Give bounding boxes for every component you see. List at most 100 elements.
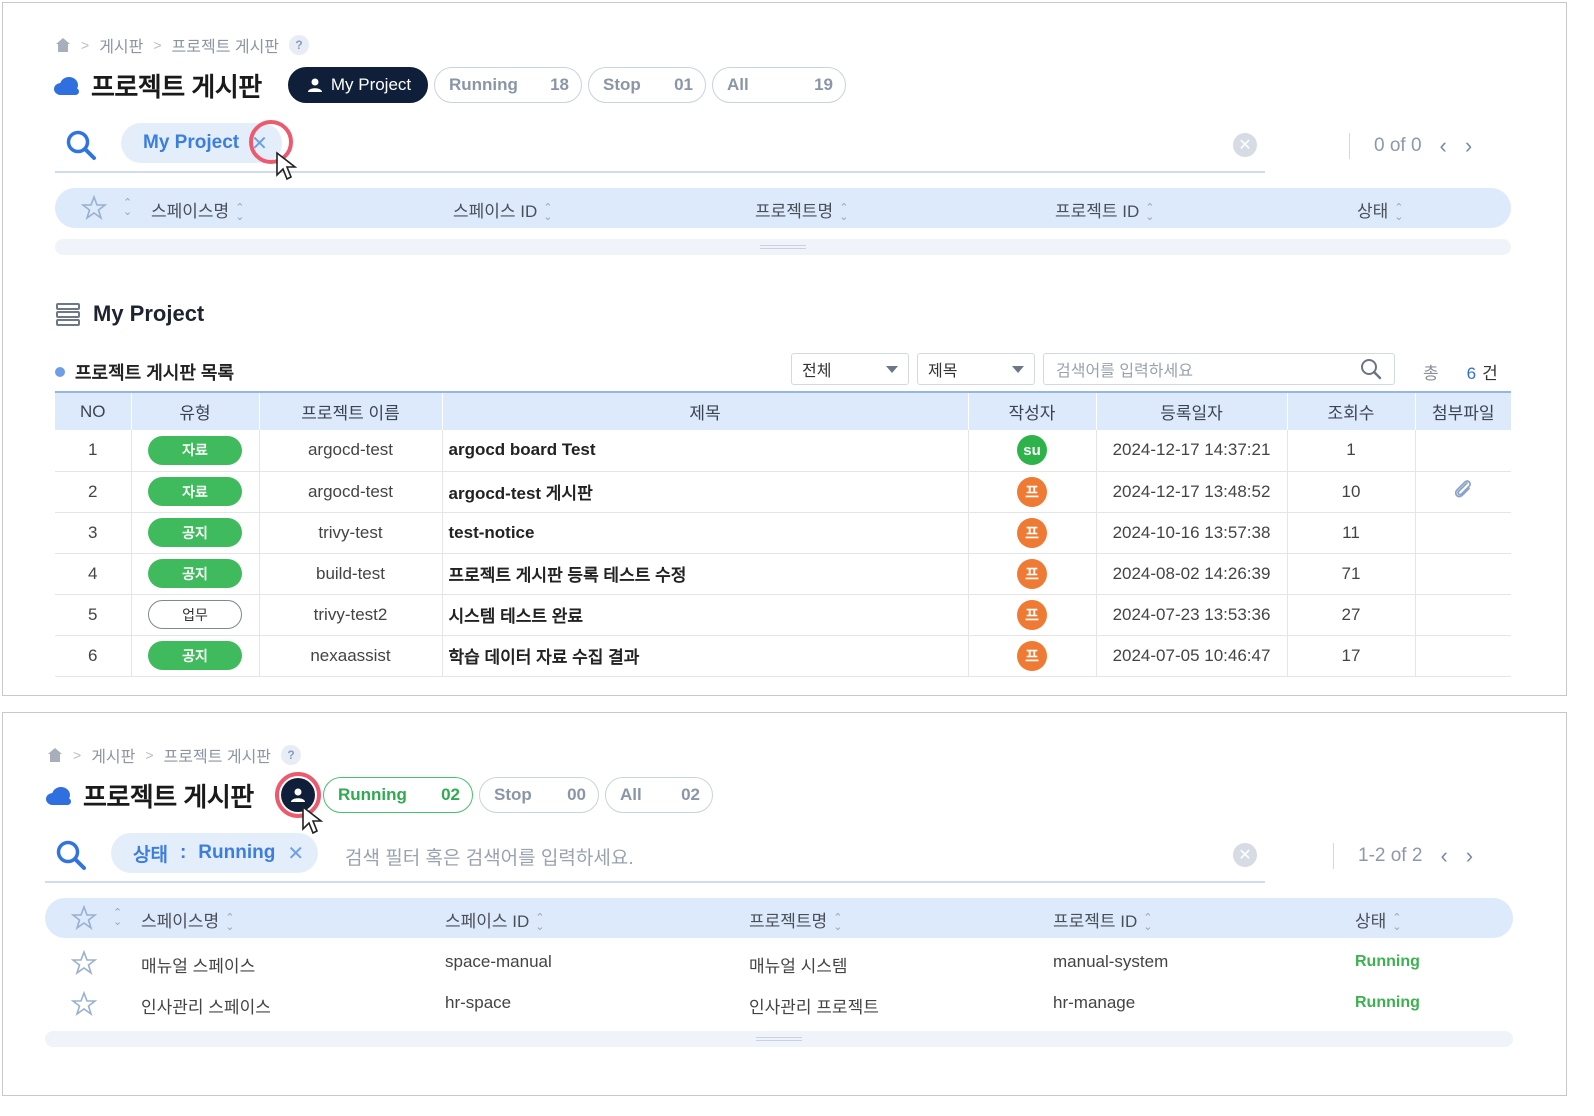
help-icon[interactable]: ? [281,745,302,765]
cell-title[interactable]: test-notice [441,512,968,554]
filter-all[interactable]: All 02 [605,777,713,813]
col-status[interactable]: 상태 ⌃ ⌄ [1355,907,1402,932]
col-project-name-label: 프로젝트명 [749,912,828,931]
resize-handle[interactable] [45,1031,1513,1047]
star-icon[interactable] [71,991,97,1017]
breadcrumb-separator: > [73,747,82,763]
col-project-id[interactable]: 프로젝트 ID ⌃ ⌄ [1053,907,1153,932]
col-project-name[interactable]: 프로젝트명 ⌃ ⌄ [755,197,848,222]
filter-my-project[interactable]: My Project [288,67,428,103]
search-input[interactable]: 검색 필터 혹은 검색어를 입력하세요. [345,843,634,870]
cell-views: 1 [1286,430,1415,472]
filter-all-label: All [620,785,642,804]
cell-type: 업무 [130,594,259,636]
col-space-id[interactable]: 스페이스 ID ⌃ ⌄ [453,197,553,222]
cell-project-name: 인사관리 프로젝트 [749,998,879,1017]
sort-icon: ⌃ ⌄ [1145,201,1155,223]
cell-title[interactable]: 프로젝트 게시판 등록 테스트 수정 [441,553,968,595]
cell-title[interactable]: argocd board Test [441,430,968,472]
cell-author: 프 [967,594,1096,636]
search-chip-label: My Project [143,132,240,153]
resize-handle[interactable] [55,239,1511,255]
table-row[interactable]: 인사관리 스페이스 hr-space 인사관리 프로젝트 hr-manage Runni… [45,983,1513,1024]
paperclip-icon[interactable] [1452,477,1474,501]
cell-title[interactable]: 시스템 테스트 완료 [441,594,968,636]
home-icon[interactable] [55,37,71,53]
cell-space-id: hr-space [445,993,512,1012]
search-filter-chip: 상태 : Running ✕ [111,833,319,873]
filter-stop[interactable]: Stop 01 [588,67,706,103]
sort-icon[interactable]: ⌃ ⌄ [123,198,132,218]
cell-attachment [1414,594,1511,636]
table-row[interactable]: 3 공지 trivy-test test-notice 프 2024-10-16 13:5… [55,512,1511,554]
home-icon[interactable] [47,747,63,763]
clear-search-icon[interactable]: ✕ [1233,133,1257,157]
cell-author: su [967,430,1096,472]
grip-icon [756,1037,802,1041]
table-row[interactable]: 2 자료 argocd-test argocd-test 게시판 프 2024-12-17… [55,471,1511,513]
star-icon[interactable] [71,950,97,976]
caret-down-icon [886,365,898,373]
clear-search-icon[interactable]: ✕ [1233,843,1257,867]
cell-project-name: argocd-test [258,430,442,472]
table-row[interactable]: 5 업무 trivy-test2 시스템 테스트 완료 프 2024-07-23 13:5… [55,594,1511,636]
search-icon[interactable] [55,839,87,871]
cell-project-id: hr-manage [1053,993,1136,1012]
col-space-id[interactable]: 스페이스 ID ⌃ ⌄ [445,907,545,932]
filter-stop-count: 00 [567,785,586,804]
search-icon[interactable] [1360,358,1382,380]
star-icon[interactable] [71,905,97,931]
cell-attachment [1414,512,1511,554]
cell-no: 5 [55,594,131,636]
cell-no: 3 [55,512,131,554]
total-number: 6 [1466,364,1477,383]
keyword-input[interactable]: 검색어를 입력하세요 [1043,353,1395,385]
filter-all-count: 19 [814,75,833,94]
chip-remove-icon[interactable]: ✕ [287,841,304,866]
avatar: 프 [1017,558,1047,589]
next-page-icon[interactable]: › [1465,133,1472,159]
prev-page-icon[interactable]: ‹ [1440,133,1447,159]
star-icon[interactable] [81,195,107,221]
cell-space-name: 인사관리 스페이스 [141,998,271,1017]
pager: 0 of 0 ‹ › [1349,133,1472,159]
table-row[interactable]: 4 공지 build-test 프로젝트 게시판 등록 테스트 수정 프 2024-08-… [55,553,1511,595]
breadcrumb-item-project-board[interactable]: 프로젝트 게시판 [164,743,272,767]
board-list-title-text: 프로젝트 게시판 목록 [75,363,235,383]
type-badge: 업무 [148,600,242,629]
table-row[interactable]: 1 자료 argocd-test argocd board Test su 2024-12… [55,430,1511,472]
sort-icon[interactable]: ⌃ ⌄ [113,908,122,928]
table-row[interactable]: 6 공지 nexaassist 학습 데이터 자료 수집 결과 프 2024-07-05 … [55,635,1511,677]
filter-all[interactable]: All 19 [712,67,846,103]
cell-title[interactable]: 학습 데이터 자료 수집 결과 [441,635,968,677]
filter-running[interactable]: Running 02 [323,777,473,813]
col-space-name[interactable]: 스페이스명 ⌃ ⌄ [151,197,244,222]
filter-stop[interactable]: Stop 00 [479,777,599,813]
cell-attachment [1414,430,1511,472]
th-title: 제목 [441,391,968,430]
breadcrumb-item-board[interactable]: 게시판 [91,743,135,767]
cell-title[interactable]: argocd-test 게시판 [441,471,968,513]
col-space-name[interactable]: 스페이스명 ⌃ ⌄ [141,907,234,932]
breadcrumb-item-project-board[interactable]: 프로젝트 게시판 [172,33,280,57]
col-project-id[interactable]: 프로젝트 ID ⌃ ⌄ [1055,197,1155,222]
filter-running[interactable]: Running 18 [434,67,582,103]
col-project-id-label: 프로젝트 ID [1055,202,1140,221]
cloud-icon [46,786,71,805]
pager: 1-2 of 2 ‹ › [1333,843,1473,869]
prev-page-icon[interactable]: ‹ [1440,843,1447,869]
cell-project-id: manual-system [1053,952,1169,971]
next-page-icon[interactable]: › [1466,843,1473,869]
table-row[interactable]: 매뉴얼 스페이스 space-manual 매뉴얼 시스템 manual-system… [45,942,1513,983]
total-count: 총 6건 [1423,359,1498,384]
title-row: 프로젝트 게시판 [53,67,262,104]
search-icon[interactable] [65,129,97,161]
col-status[interactable]: 상태 ⌃ ⌄ [1357,197,1404,222]
breadcrumb-item-board[interactable]: 게시판 [99,33,143,57]
help-icon[interactable]: ? [289,35,310,55]
board-table-header-row: NO 유형 프로젝트 이름 제목 작성자 등록일자 조회수 첨부파일 [55,391,1511,430]
col-project-name[interactable]: 프로젝트명 ⌃ ⌄ [749,907,842,932]
field-select[interactable]: 제목 [917,353,1035,385]
sort-icon: ⌃ ⌄ [1392,911,1402,933]
category-select[interactable]: 전체 [791,353,909,385]
